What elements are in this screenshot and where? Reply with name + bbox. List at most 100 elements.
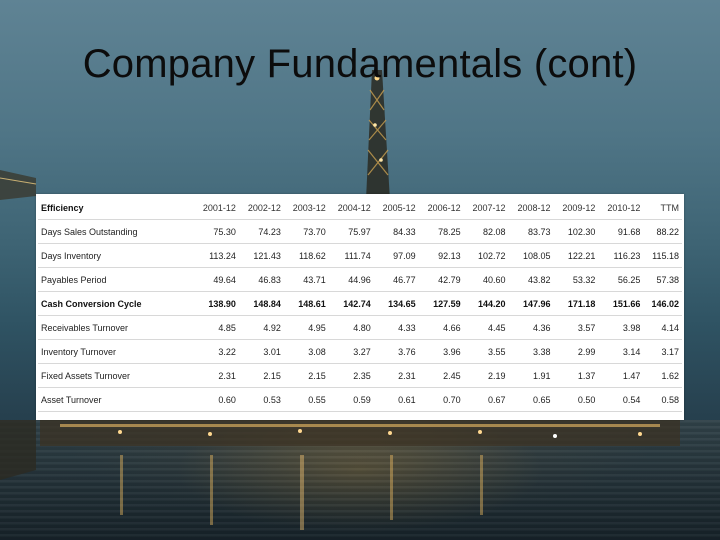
table-cell: 4.14 — [643, 315, 682, 340]
table-cell: 4.66 — [418, 315, 464, 340]
table-cell: 3.38 — [508, 339, 554, 364]
table-cell: 4.85 — [194, 315, 239, 340]
table-cell: 0.58 — [643, 387, 682, 412]
table-cell: 0.70 — [418, 387, 464, 412]
table-column-header: 2010-12 — [598, 196, 644, 220]
table-cell: 1.47 — [598, 363, 644, 388]
table-cell: 84.33 — [373, 219, 419, 244]
table-column-header: 2009-12 — [553, 196, 599, 220]
table-cell: 3.22 — [194, 339, 239, 364]
table-cell: 3.08 — [283, 339, 329, 364]
table-cell: 2.31 — [194, 363, 239, 388]
table-cell: 3.55 — [463, 339, 509, 364]
table-cell: 0.55 — [283, 387, 329, 412]
table-cell: 73.70 — [283, 219, 329, 244]
table-cell: 4.80 — [328, 315, 374, 340]
efficiency-table-panel: Efficiency 2001-12 2002-12 2003-12 2004-12 2… — [36, 194, 684, 420]
table-row: Cash Conversion Cycle 138.90 148.84 148.61 1… — [38, 291, 682, 316]
table-cell: 75.30 — [194, 219, 239, 244]
table-cell: 3.27 — [328, 339, 374, 364]
table-cell: 57.38 — [643, 267, 682, 292]
table-cell: 151.66 — [598, 291, 644, 316]
table-header-row: Efficiency 2001-12 2002-12 2003-12 2004-12 2… — [38, 196, 682, 220]
table-cell: 88.22 — [643, 219, 682, 244]
table-cell: 171.18 — [553, 291, 599, 316]
row-label: Days Inventory — [38, 243, 194, 268]
table-cell: 4.36 — [508, 315, 554, 340]
row-label: Receivables Turnover — [38, 315, 194, 340]
table-cell: 1.91 — [508, 363, 554, 388]
table-cell: 134.65 — [373, 291, 419, 316]
efficiency-table: Efficiency 2001-12 2002-12 2003-12 2004-12 2… — [38, 196, 682, 412]
table-cell: 147.96 — [508, 291, 554, 316]
table-cell: 116.23 — [598, 243, 644, 268]
table-cell: 3.57 — [553, 315, 599, 340]
table-row: Receivables Turnover 4.85 4.92 4.95 4.80 4.33… — [38, 315, 682, 340]
table-body: Days Sales Outstanding 75.30 74.23 73.70 75.… — [38, 219, 682, 412]
table-column-header: 2001-12 — [194, 196, 239, 220]
table-cell: 115.18 — [643, 243, 682, 268]
table-cell: 127.59 — [418, 291, 464, 316]
table-cell: 4.95 — [283, 315, 329, 340]
table-cell: 2.15 — [238, 363, 284, 388]
row-label: Inventory Turnover — [38, 339, 194, 364]
table-cell: 78.25 — [418, 219, 464, 244]
table-cell: 111.74 — [328, 243, 374, 268]
table-cell: 74.23 — [238, 219, 284, 244]
row-label: Cash Conversion Cycle — [38, 291, 194, 316]
table-cell: 40.60 — [463, 267, 509, 292]
table-cell: 3.76 — [373, 339, 419, 364]
table-cell: 49.64 — [194, 267, 239, 292]
row-label: Fixed Assets Turnover — [38, 363, 194, 388]
table-cell: 4.45 — [463, 315, 509, 340]
table-cell: 3.98 — [598, 315, 644, 340]
table-column-header: 2004-12 — [328, 196, 374, 220]
table-cell: 0.50 — [553, 387, 599, 412]
table-cell: 83.73 — [508, 219, 554, 244]
table-cell: 3.01 — [238, 339, 284, 364]
table-cell: 102.72 — [463, 243, 509, 268]
slide-title: Company Fundamentals (cont) — [82, 42, 638, 86]
row-label: Asset Turnover — [38, 387, 194, 412]
table-cell: 44.96 — [328, 267, 374, 292]
table-cell: 1.37 — [553, 363, 599, 388]
table-cell: 4.33 — [373, 315, 419, 340]
table-column-header: 2003-12 — [283, 196, 329, 220]
table-column-header: TTM — [643, 196, 682, 220]
table-column-header: 2006-12 — [418, 196, 464, 220]
table-cell: 42.79 — [418, 267, 464, 292]
table-cell: 53.32 — [553, 267, 599, 292]
table-cell: 148.61 — [283, 291, 329, 316]
table-cell: 0.54 — [598, 387, 644, 412]
table-cell: 108.05 — [508, 243, 554, 268]
table-cell: 0.65 — [508, 387, 554, 412]
table-column-header: 2005-12 — [373, 196, 419, 220]
table-cell: 3.14 — [598, 339, 644, 364]
table-cell: 46.77 — [373, 267, 419, 292]
table-cell: 148.84 — [238, 291, 284, 316]
table-cell: 46.83 — [238, 267, 284, 292]
table-cell: 146.02 — [643, 291, 682, 316]
table-cell: 75.97 — [328, 219, 374, 244]
table-row: Asset Turnover 0.60 0.53 0.55 0.59 0.61 0.70 0.… — [38, 387, 682, 412]
table-cell: 1.62 — [643, 363, 682, 388]
table-cell: 3.96 — [418, 339, 464, 364]
table-cell: 82.08 — [463, 219, 509, 244]
table-cell: 2.35 — [328, 363, 374, 388]
table-cell: 0.61 — [373, 387, 419, 412]
table-cell: 118.62 — [283, 243, 329, 268]
table-cell: 2.45 — [418, 363, 464, 388]
table-cell: 2.31 — [373, 363, 419, 388]
table-cell: 144.20 — [463, 291, 509, 316]
row-label: Payables Period — [38, 267, 194, 292]
table-row: Days Inventory 113.24 121.43 118.62 111.74 97… — [38, 243, 682, 268]
table-row: Payables Period 49.64 46.83 43.71 44.96 46.77… — [38, 267, 682, 292]
table-cell: 113.24 — [194, 243, 239, 268]
table-cell: 4.92 — [238, 315, 284, 340]
table-header-label: Efficiency — [38, 196, 194, 220]
table-cell: 0.53 — [238, 387, 284, 412]
table-cell: 43.82 — [508, 267, 554, 292]
table-column-header: 2002-12 — [238, 196, 284, 220]
table-cell: 3.17 — [643, 339, 682, 364]
row-label: Days Sales Outstanding — [38, 219, 194, 244]
